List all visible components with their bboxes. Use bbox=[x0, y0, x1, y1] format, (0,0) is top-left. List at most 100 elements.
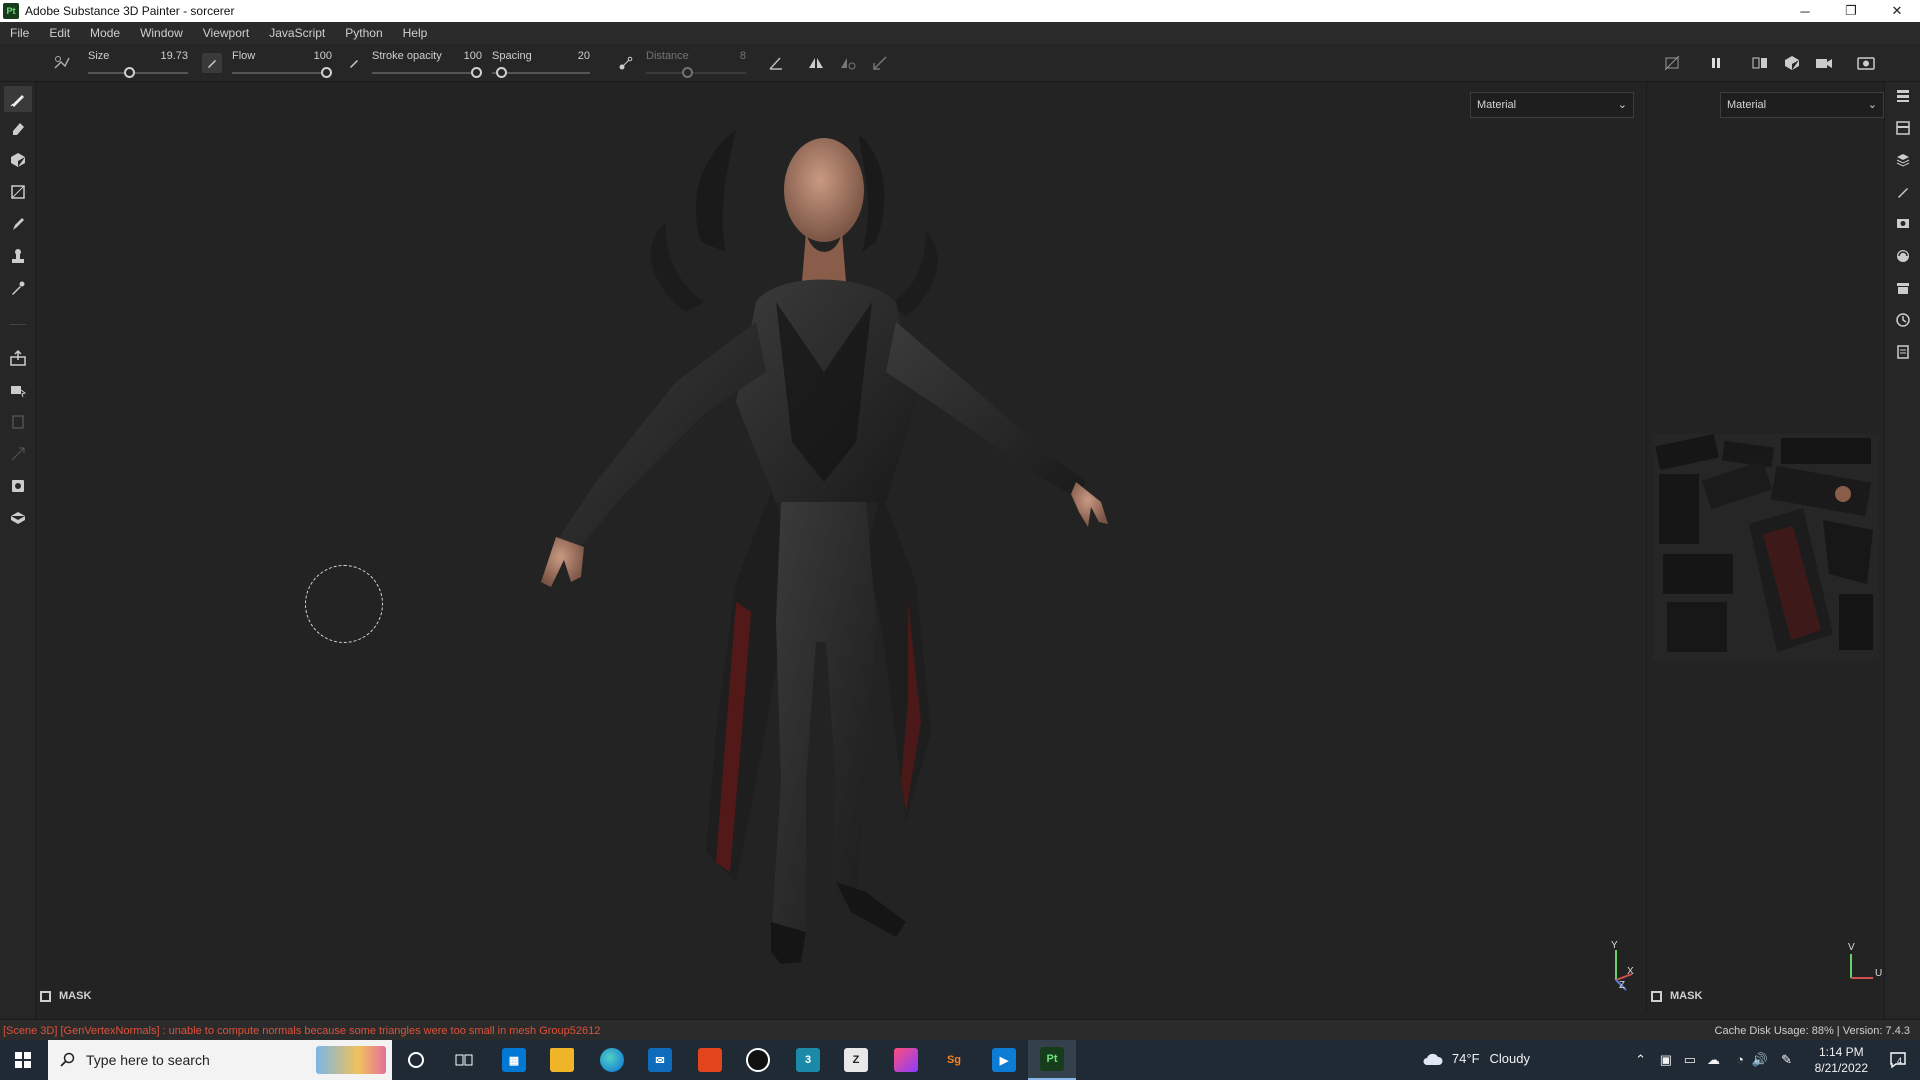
geometry-mask-icon[interactable] bbox=[8, 508, 28, 528]
3ds-max-icon: 3 bbox=[796, 1048, 820, 1072]
pen-pressure-flow-icon[interactable] bbox=[344, 53, 364, 73]
baking-icon[interactable] bbox=[8, 476, 28, 496]
chevron-up-icon[interactable]: ⌃ bbox=[1635, 1052, 1646, 1068]
spacing-slider-knob[interactable] bbox=[496, 67, 507, 78]
system-tray: 74°F Cloudy ⌃ ▣ ▭ ☁ ◔ 🔊 ✎ 1:14 PM 8/21/2… bbox=[1423, 1040, 1920, 1080]
flow-value[interactable]: 100 bbox=[314, 50, 332, 62]
texture-set-list-icon[interactable] bbox=[1893, 118, 1913, 138]
flow-slider[interactable]: Flow 100 bbox=[232, 48, 332, 80]
pause-icon[interactable] bbox=[1706, 53, 1726, 73]
minimize-button[interactable]: ─ bbox=[1782, 0, 1828, 22]
properties-panel-icon[interactable] bbox=[1893, 182, 1913, 202]
measure-tool-icon[interactable] bbox=[8, 412, 28, 432]
mail-button[interactable]: ✉ bbox=[636, 1040, 684, 1080]
file-explorer-button[interactable] bbox=[538, 1040, 586, 1080]
taskbar-clock[interactable]: 1:14 PM 8/21/2022 bbox=[1815, 1044, 1868, 1076]
shader-settings-icon[interactable] bbox=[1893, 246, 1913, 266]
notification-center-button[interactable]: 4 bbox=[1888, 1050, 1908, 1073]
volume-icon[interactable]: 🔊 bbox=[1752, 1052, 1768, 1068]
photoshop-express-button[interactable] bbox=[882, 1040, 930, 1080]
menu-javascript[interactable]: JavaScript bbox=[259, 26, 335, 40]
menu-edit[interactable]: Edit bbox=[39, 26, 80, 40]
smudge-tool-icon[interactable] bbox=[8, 214, 28, 234]
angle-icon[interactable] bbox=[766, 53, 786, 73]
size-value[interactable]: 19.73 bbox=[160, 50, 188, 62]
display-settings-panel-icon[interactable] bbox=[1893, 214, 1913, 234]
line-tool-icon[interactable] bbox=[870, 53, 890, 73]
eraser-tool-icon[interactable] bbox=[8, 118, 28, 138]
menu-file[interactable]: File bbox=[0, 26, 39, 40]
spacing-value[interactable]: 20 bbox=[578, 50, 590, 62]
layers-panel-icon[interactable] bbox=[1893, 86, 1913, 106]
transform-tool-icon[interactable] bbox=[8, 444, 28, 464]
edge-icon bbox=[600, 1048, 624, 1072]
flow-slider-knob[interactable] bbox=[321, 67, 332, 78]
unreal-engine-button[interactable] bbox=[734, 1040, 782, 1080]
color-picker-icon[interactable] bbox=[8, 278, 28, 298]
hide-ui-icon[interactable] bbox=[1662, 53, 1682, 73]
flow-label: Flow bbox=[232, 50, 256, 62]
size-slider-knob[interactable] bbox=[124, 67, 135, 78]
history-panel-icon[interactable] bbox=[1893, 310, 1913, 330]
start-button[interactable] bbox=[0, 1040, 46, 1080]
character-model-render bbox=[541, 130, 1108, 964]
selection-tool-icon[interactable] bbox=[8, 380, 28, 400]
taskbar-search-box[interactable]: Type here to search bbox=[48, 1040, 392, 1080]
checkbox-icon[interactable] bbox=[1651, 990, 1662, 1002]
lazy-mouse-icon[interactable] bbox=[616, 53, 636, 73]
restore-button[interactable]: ❐ bbox=[1828, 0, 1874, 22]
clone-tool-icon[interactable] bbox=[8, 246, 28, 266]
symmetry-settings-icon[interactable] bbox=[838, 53, 858, 73]
projection-tool-icon[interactable] bbox=[8, 150, 28, 170]
menu-help[interactable]: Help bbox=[393, 26, 438, 40]
store-icon: ▦ bbox=[502, 1048, 526, 1072]
menu-mode[interactable]: Mode bbox=[80, 26, 130, 40]
display-icon[interactable]: ▭ bbox=[1684, 1052, 1696, 1068]
camera-settings-icon[interactable] bbox=[1814, 53, 1834, 73]
log-panel-icon[interactable] bbox=[1893, 342, 1913, 362]
paint-tool-icon[interactable] bbox=[4, 86, 32, 112]
polygon-fill-tool-icon[interactable] bbox=[8, 182, 28, 202]
store-button[interactable]: ▦ bbox=[490, 1040, 538, 1080]
stroke-opacity-slider-knob[interactable] bbox=[471, 67, 482, 78]
viewport-3d-mask-toggle[interactable]: MASK bbox=[40, 990, 91, 1002]
media-player-button[interactable]: ▶ bbox=[980, 1040, 1028, 1080]
edge-button[interactable] bbox=[588, 1040, 636, 1080]
screenshot-icon[interactable] bbox=[1856, 53, 1876, 73]
office-button[interactable] bbox=[686, 1040, 734, 1080]
checkbox-icon[interactable] bbox=[40, 990, 51, 1002]
onedrive-icon[interactable]: ☁ bbox=[1707, 1052, 1720, 1068]
cortana-button[interactable] bbox=[392, 1040, 440, 1080]
pen-icon[interactable]: ✎ bbox=[1781, 1052, 1792, 1068]
view-mode-icon[interactable] bbox=[1750, 53, 1770, 73]
menu-python[interactable]: Python bbox=[335, 26, 392, 40]
3ds-max-button[interactable]: 3 bbox=[784, 1040, 832, 1080]
texture-set-settings-icon[interactable] bbox=[1893, 150, 1913, 170]
stroke-opacity-slider[interactable]: Stroke opacity 100 bbox=[372, 48, 482, 80]
pen-pressure-size-icon[interactable] bbox=[202, 53, 222, 73]
size-slider[interactable]: Size 19.73 bbox=[88, 48, 188, 80]
bake-export-icon[interactable] bbox=[8, 348, 28, 368]
substance-painter-button[interactable]: Pt bbox=[1028, 1040, 1076, 1080]
close-button[interactable]: ✕ bbox=[1874, 0, 1920, 22]
wifi-icon[interactable]: ◔ bbox=[1736, 1052, 1744, 1067]
substance-designer-button[interactable]: Sg bbox=[930, 1040, 978, 1080]
display-settings-icon[interactable] bbox=[1782, 53, 1802, 73]
menu-viewport[interactable]: Viewport bbox=[193, 26, 259, 40]
task-view-button[interactable] bbox=[440, 1040, 488, 1080]
viewport-2d-channel-dropdown[interactable]: Material ⌄ bbox=[1720, 92, 1884, 118]
spacing-slider[interactable]: Spacing 20 bbox=[492, 48, 590, 80]
viewport-2d-mask-label: MASK bbox=[1670, 990, 1703, 1002]
viewport-2d[interactable]: Material ⌄ MASK V U bbox=[1646, 82, 1884, 1011]
viewport-2d-mask-toggle[interactable]: MASK bbox=[1651, 990, 1702, 1002]
symmetry-icon[interactable] bbox=[806, 53, 826, 73]
meet-now-icon[interactable]: ▣ bbox=[1660, 1052, 1672, 1068]
assets-panel-icon[interactable] bbox=[1893, 278, 1913, 298]
error-message[interactable]: [Scene 3D] [GenVertexNormals] : unable t… bbox=[3, 1025, 600, 1037]
menu-window[interactable]: Window bbox=[130, 26, 193, 40]
zbrush-button[interactable]: Z bbox=[832, 1040, 880, 1080]
viewport-3d[interactable]: Material ⌄ MASK Y X Z bbox=[36, 82, 1645, 1011]
brush-preset-icon[interactable] bbox=[52, 53, 72, 73]
weather-widget[interactable]: 74°F Cloudy bbox=[1422, 1051, 1530, 1066]
stroke-opacity-value[interactable]: 100 bbox=[464, 50, 482, 62]
